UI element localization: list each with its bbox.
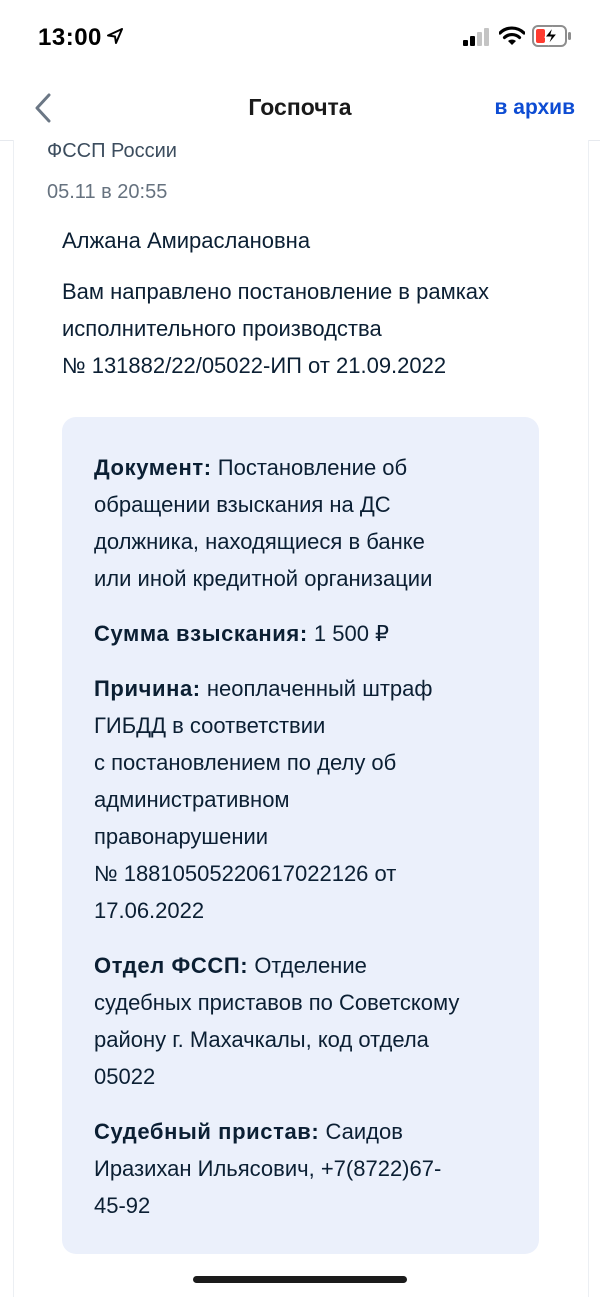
signal-icon xyxy=(463,28,489,46)
intro-line: исполнительного производства xyxy=(62,316,382,341)
detail-line: району г. Махачкалы, код отдела xyxy=(94,1027,429,1052)
detail-document: Документ: Постановление об обращении взы… xyxy=(94,449,514,597)
detail-label: Отдел ФССП: xyxy=(94,953,249,978)
status-bar: 13:00 xyxy=(0,0,600,78)
detail-value: Постановление об xyxy=(217,455,408,480)
detail-value: Отделение xyxy=(254,953,367,978)
home-indicator[interactable] xyxy=(193,1276,407,1283)
message-intro: Вам направлено постановление в рамках ис… xyxy=(62,273,562,384)
archive-button[interactable]: в архив xyxy=(495,96,575,120)
intro-line: Вам направлено постановление в рамках xyxy=(62,279,490,304)
detail-line: с постановлением по делу об xyxy=(94,750,397,775)
detail-line: обращении взыскания на ДС xyxy=(94,492,391,517)
detail-value: 1 500 ₽ xyxy=(313,621,390,646)
detail-label: Причина: xyxy=(94,676,201,701)
intro-line: № 131882/22/05022-ИП от 21.09.2022 xyxy=(62,353,447,378)
status-time: 13:00 xyxy=(38,24,102,51)
wifi-icon xyxy=(499,26,525,45)
detail-amount: Сумма взыскания: 1 500 ₽ xyxy=(94,615,514,652)
detail-line: правонарушении xyxy=(94,824,269,849)
detail-line: ГИБДД в соответствии xyxy=(94,713,326,738)
message-sender: ФССП России xyxy=(47,140,177,162)
detail-value: неоплаченный штраф xyxy=(206,676,433,701)
detail-label: Сумма взыскания: xyxy=(94,621,308,646)
detail-reason: Причина: неоплаченный штраф ГИБДД в соот… xyxy=(94,670,514,929)
detail-line: административном xyxy=(94,787,290,812)
detail-label: Документ: xyxy=(94,455,212,480)
message-recipient: Алжана Амираслановна xyxy=(62,228,311,253)
details-box: Документ: Постановление об обращении взы… xyxy=(62,417,539,1254)
battery-charging-icon xyxy=(532,25,571,47)
detail-label: Судебный пристав: xyxy=(94,1119,320,1144)
detail-line: 05022 xyxy=(94,1064,156,1089)
detail-line: Иразихан Ильясович, +7(8722)67- xyxy=(94,1156,442,1181)
detail-line: должника, находящиеся в банке xyxy=(94,529,425,554)
detail-bailiff: Судебный пристав: Саидов Иразихан Ильясо… xyxy=(94,1113,514,1224)
message-date: 05.11 в 20:55 xyxy=(47,181,168,203)
detail-line: судебных приставов по Советскому xyxy=(94,990,460,1015)
location-arrow-icon xyxy=(107,28,123,44)
detail-line: № 18810505220617022126 от xyxy=(94,861,397,886)
detail-line: 17.06.2022 xyxy=(94,898,205,923)
nav-bar: Госпочта в архив xyxy=(0,78,600,141)
detail-line: или иной кредитной организации xyxy=(94,566,433,591)
detail-department: Отдел ФССП: Отделение судебных приставов… xyxy=(94,947,514,1095)
detail-value: Саидов xyxy=(325,1119,403,1144)
message-card: ФССП России 05.11 в 20:55 Алжана Амирасл… xyxy=(13,140,589,1297)
detail-line: 45-92 xyxy=(94,1193,151,1218)
